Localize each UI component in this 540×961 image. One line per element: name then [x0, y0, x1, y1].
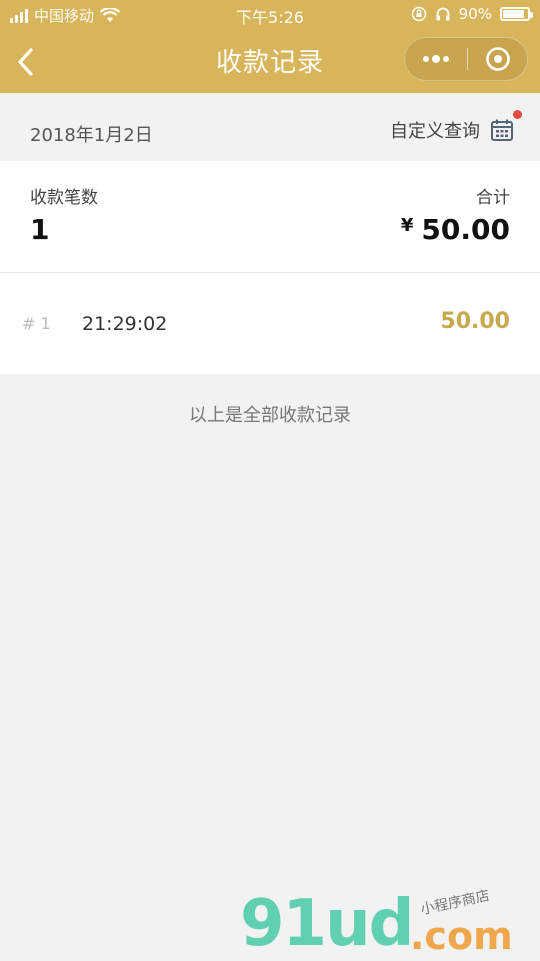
battery-percent: 90% — [458, 5, 492, 23]
total-label: 合计 — [476, 188, 510, 208]
nav-bar: 收款记录 — [0, 30, 540, 93]
battery-icon — [500, 7, 533, 21]
more-dots-icon — [423, 55, 449, 63]
count-label: 收款笔数 — [30, 188, 98, 208]
battery-fill — [503, 10, 525, 18]
custom-query-button[interactable]: 自定义查询 — [390, 110, 522, 143]
status-right: 90% — [411, 5, 533, 23]
end-of-list-note: 以上是全部收款记录 — [189, 405, 351, 426]
more-button[interactable] — [405, 38, 467, 80]
headphones-icon — [436, 7, 450, 21]
notification-badge — [513, 110, 522, 119]
summary-card: 收款笔数 1 合计 ¥ 50.00 — [0, 161, 540, 273]
record-time: 21:29:02 — [82, 313, 168, 335]
record-row[interactable]: # 1 21:29:02 50.00 — [0, 273, 540, 374]
selected-date: 2018年1月2日 — [30, 125, 153, 146]
header: 中国移动 下午5:26 90% 收款记录 — [0, 0, 540, 93]
watermark-logo: 91ud .com 小程序商店 — [240, 887, 530, 961]
total-value: 50.00 — [421, 213, 510, 246]
status-bar: 中国移动 下午5:26 90% — [0, 0, 540, 30]
watermark-suffix: .com — [410, 914, 513, 958]
date-bar: 2018年1月2日 自定义查询 — [0, 93, 540, 161]
custom-query-label: 自定义查询 — [390, 121, 480, 142]
mini-program-capsule — [404, 37, 528, 81]
record-index: # 1 — [22, 314, 51, 333]
close-mini-program-button[interactable] — [468, 38, 528, 80]
record-amount: 50.00 — [440, 309, 510, 334]
count-value: 1 — [30, 213, 50, 246]
watermark-main: 91ud — [240, 887, 414, 961]
currency-symbol: ¥ — [400, 215, 414, 236]
total-amount: ¥ 50.00 — [401, 213, 510, 246]
rotation-lock-icon — [411, 6, 426, 22]
target-icon — [486, 47, 510, 71]
calendar-icon — [490, 110, 522, 142]
